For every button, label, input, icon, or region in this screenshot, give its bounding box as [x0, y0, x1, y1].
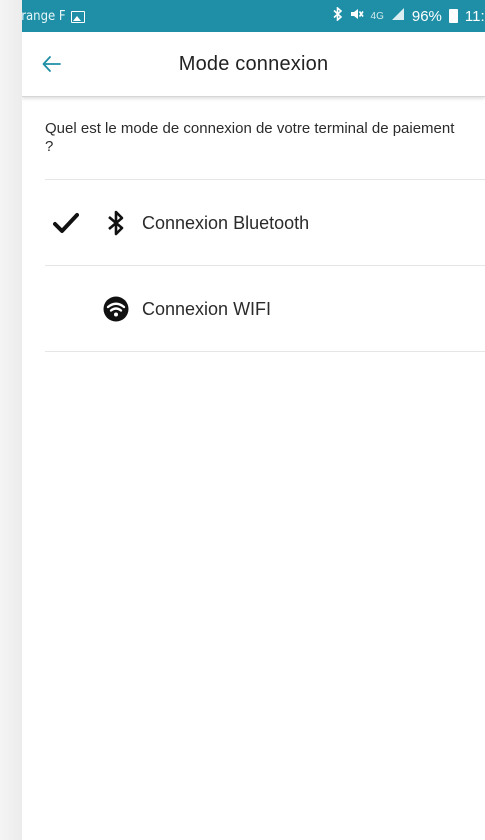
option-wifi[interactable]: Connexion WIFI	[45, 267, 485, 351]
option-label-bluetooth: Connexion Bluetooth	[142, 213, 310, 233]
option-label-wifi: Connexion WIFI	[142, 299, 272, 319]
mute-icon	[350, 7, 364, 25]
battery-percent: 96%	[411, 7, 442, 25]
carrier-label: Orange F	[22, 9, 66, 24]
status-bar: Orange F 4G 96% 11:1	[22, 0, 485, 32]
left-edge-margin	[0, 0, 22, 840]
clock: 11:1	[464, 7, 485, 25]
divider	[45, 179, 485, 180]
divider	[45, 265, 485, 266]
bluetooth-icon	[103, 209, 129, 237]
wifi-icon	[103, 296, 129, 324]
status-carrier: Orange F	[22, 9, 85, 24]
checkmark-icon	[53, 212, 79, 234]
battery-icon	[448, 9, 458, 23]
page-title: Mode connexion	[178, 53, 329, 75]
option-bluetooth[interactable]: Connexion Bluetooth	[45, 181, 485, 265]
signal-icon	[391, 7, 405, 25]
divider	[45, 351, 485, 352]
app-bar: Mode connexion	[22, 32, 485, 97]
status-indicators: 4G 96% 11:1	[332, 6, 485, 25]
image-notification-icon	[70, 10, 85, 23]
bluetooth-status-icon	[332, 6, 343, 25]
network-type: 4G	[370, 10, 384, 22]
connection-question: Quel est le mode de connexion de votre t…	[45, 120, 455, 155]
phone-screen: Orange F 4G 96% 11:1 Mode connexion	[22, 0, 485, 840]
